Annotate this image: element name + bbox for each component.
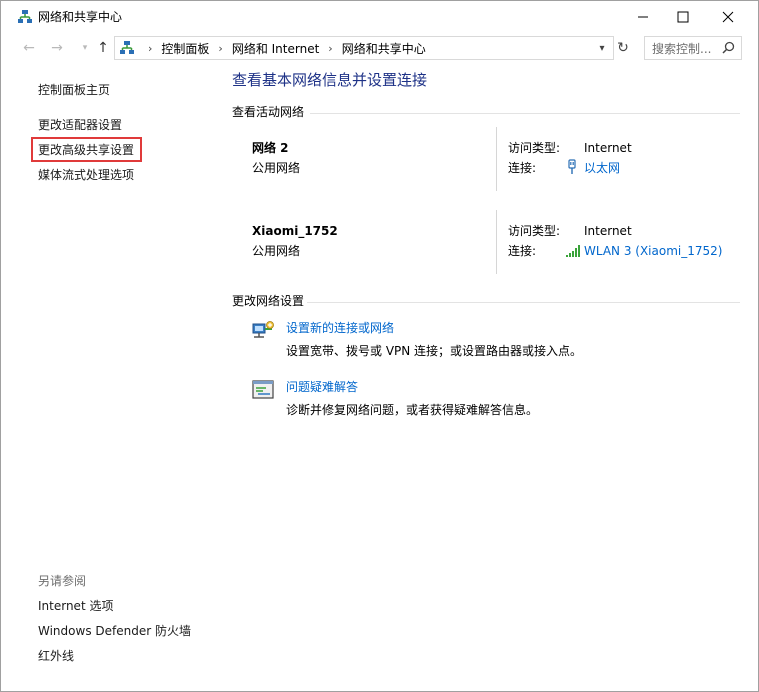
arrow-up-icon: ↑ bbox=[97, 40, 109, 56]
see-also-infrared[interactable]: 红外线 bbox=[38, 648, 74, 664]
chevron-down-icon: ▾ bbox=[82, 43, 88, 53]
minimize-icon bbox=[638, 16, 648, 18]
see-also-internet-options[interactable]: Internet 选项 bbox=[38, 598, 113, 614]
network-name: 网络 2 bbox=[252, 141, 289, 155]
control-panel-icon bbox=[120, 41, 134, 54]
chevron-right-icon: › bbox=[148, 41, 153, 55]
section-divider bbox=[307, 302, 740, 303]
network-center-icon bbox=[18, 10, 32, 23]
see-also-label: 另请参阅 bbox=[38, 574, 87, 588]
chevron-right-icon[interactable]: › bbox=[218, 42, 222, 55]
wlan-connection-link[interactable]: WLAN 3 (Xiaomi_1752) bbox=[584, 243, 722, 259]
breadcrumb-control-panel[interactable]: 控制面板 bbox=[161, 40, 209, 57]
search-input[interactable]: 搜索控制... bbox=[652, 40, 711, 57]
sidebar-item-change-adapter-settings[interactable]: 更改适配器设置 bbox=[38, 117, 122, 133]
breadcrumb-network-sharing-center[interactable]: 网络和共享中心 bbox=[342, 40, 426, 57]
chevron-down-icon: ▾ bbox=[599, 42, 605, 54]
setup-new-connection-description: 设置宽带、拨号或 VPN 连接；或设置路由器或接入点。 bbox=[286, 344, 583, 358]
sidebar-item-media-streaming[interactable]: 媒体流式处理选项 bbox=[38, 167, 134, 183]
search-icon[interactable] bbox=[722, 41, 735, 54]
vertical-divider bbox=[496, 127, 497, 191]
network-category-link[interactable]: 公用网络 bbox=[252, 243, 300, 259]
breadcrumb-network-internet[interactable]: 网络和 Internet bbox=[232, 40, 319, 57]
vertical-divider bbox=[496, 210, 497, 274]
active-networks-heading: 查看活动网络 bbox=[232, 105, 305, 119]
page-title: 查看基本网络信息并设置连接 bbox=[232, 71, 428, 89]
back-button[interactable]: ← bbox=[19, 38, 39, 58]
section-divider bbox=[310, 113, 740, 114]
connections-label: 连接: bbox=[508, 161, 537, 175]
chevron-right-icon[interactable]: › bbox=[328, 42, 332, 55]
window-title: 网络和共享中心 bbox=[38, 10, 123, 24]
maximize-button[interactable] bbox=[660, 1, 706, 33]
network-category-link[interactable]: 公用网络 bbox=[252, 160, 300, 176]
address-bar[interactable]: › 控制面板 › 网络和 Internet › 网络和共享中心 ▾ bbox=[114, 36, 614, 60]
troubleshoot-link[interactable]: 问题疑难解答 bbox=[286, 379, 358, 395]
recent-locations-button[interactable]: ▾ bbox=[75, 38, 95, 58]
close-icon bbox=[722, 11, 734, 23]
refresh-button[interactable]: ↻ bbox=[613, 36, 633, 60]
wifi-signal-icon bbox=[566, 245, 580, 257]
troubleshoot-icon bbox=[252, 380, 274, 399]
arrow-left-icon: ← bbox=[23, 40, 35, 56]
sidebar-item-control-panel-home[interactable]: 控制面板主页 bbox=[38, 82, 110, 98]
breadcrumb: › 控制面板 › 网络和 Internet › 网络和共享中心 bbox=[139, 37, 426, 59]
access-type-value: Internet bbox=[584, 224, 632, 238]
network-name: Xiaomi_1752 bbox=[252, 224, 338, 238]
search-box[interactable]: 搜索控制... bbox=[644, 36, 742, 60]
setup-new-connection-link[interactable]: 设置新的连接或网络 bbox=[286, 320, 394, 336]
access-type-label: 访问类型: bbox=[508, 224, 561, 238]
network-sharing-center-window: 网络和共享中心 ← → ▾ ↑ › 控制面板 › 网络和 Internet › … bbox=[0, 0, 759, 692]
troubleshoot-description: 诊断并修复网络问题，或者获得疑难解答信息。 bbox=[286, 403, 539, 417]
arrow-right-icon: → bbox=[51, 40, 63, 56]
address-dropdown-button[interactable]: ▾ bbox=[595, 40, 609, 56]
ethernet-icon bbox=[568, 159, 576, 174]
title-bar: 网络和共享中心 bbox=[1, 1, 758, 33]
forward-button[interactable]: → bbox=[47, 38, 67, 58]
change-settings-heading: 更改网络设置 bbox=[232, 294, 305, 308]
see-also-windows-defender-firewall[interactable]: Windows Defender 防火墙 bbox=[38, 623, 191, 639]
connections-label: 连接: bbox=[508, 244, 537, 258]
sidebar-item-change-advanced-sharing[interactable]: 更改高级共享设置 bbox=[38, 142, 134, 158]
close-button[interactable] bbox=[705, 1, 751, 33]
ethernet-connection-link[interactable]: 以太网 bbox=[584, 160, 620, 176]
maximize-icon bbox=[677, 11, 689, 23]
new-connection-icon bbox=[252, 321, 274, 338]
access-type-value: Internet bbox=[584, 141, 632, 155]
up-button[interactable]: ↑ bbox=[93, 38, 113, 58]
access-type-label: 访问类型: bbox=[508, 141, 561, 155]
refresh-icon: ↻ bbox=[617, 40, 629, 56]
address-toolbar: ← → ▾ ↑ › 控制面板 › 网络和 Internet › 网络和共享中心 … bbox=[1, 36, 758, 60]
